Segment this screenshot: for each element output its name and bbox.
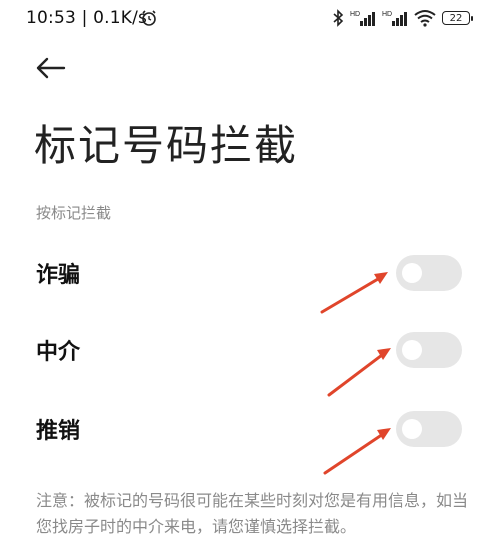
bluetooth-icon [333,9,344,27]
agency-toggle[interactable] [396,332,462,368]
back-button[interactable] [34,52,70,84]
back-arrow-icon [36,57,66,79]
setting-label-fraud: 诈骗 [36,263,81,288]
setting-row-agency[interactable]: 中介 [0,320,500,380]
toggle-knob [402,419,422,439]
page-title: 标记号码拦截 [34,121,299,170]
fraud-toggle[interactable] [396,255,462,291]
setting-label-telemarketing: 推销 [36,419,81,444]
telemarketing-toggle[interactable] [396,411,462,447]
cell-signal-1-icon: HD [350,11,375,26]
wifi-icon [414,10,436,27]
alarm-icon [142,10,156,26]
setting-row-fraud[interactable]: 诈骗 [0,243,500,303]
cell-signal-2-icon: HD [382,11,407,26]
toggle-knob [402,340,422,360]
battery-icon: 22 [442,11,473,25]
status-bar: 10:53 | 0.1K/s HD HD 22 [0,0,500,36]
setting-row-telemarketing[interactable]: 推销 [0,399,500,459]
signal1-label: HD [350,11,360,18]
section-header: 按标记拦截 [36,204,112,222]
status-icons: HD HD 22 [332,8,473,28]
signal2-label: HD [382,11,392,18]
notice-text: 注意：被标记的号码很可能在某些时刻对您是有用信息，如当您找房子时的中介来电，请您… [36,491,469,536]
setting-label-agency: 中介 [36,340,81,365]
toggle-knob [402,263,422,283]
time-speed-text: 10:53 | 0.1K/s [26,8,148,28]
